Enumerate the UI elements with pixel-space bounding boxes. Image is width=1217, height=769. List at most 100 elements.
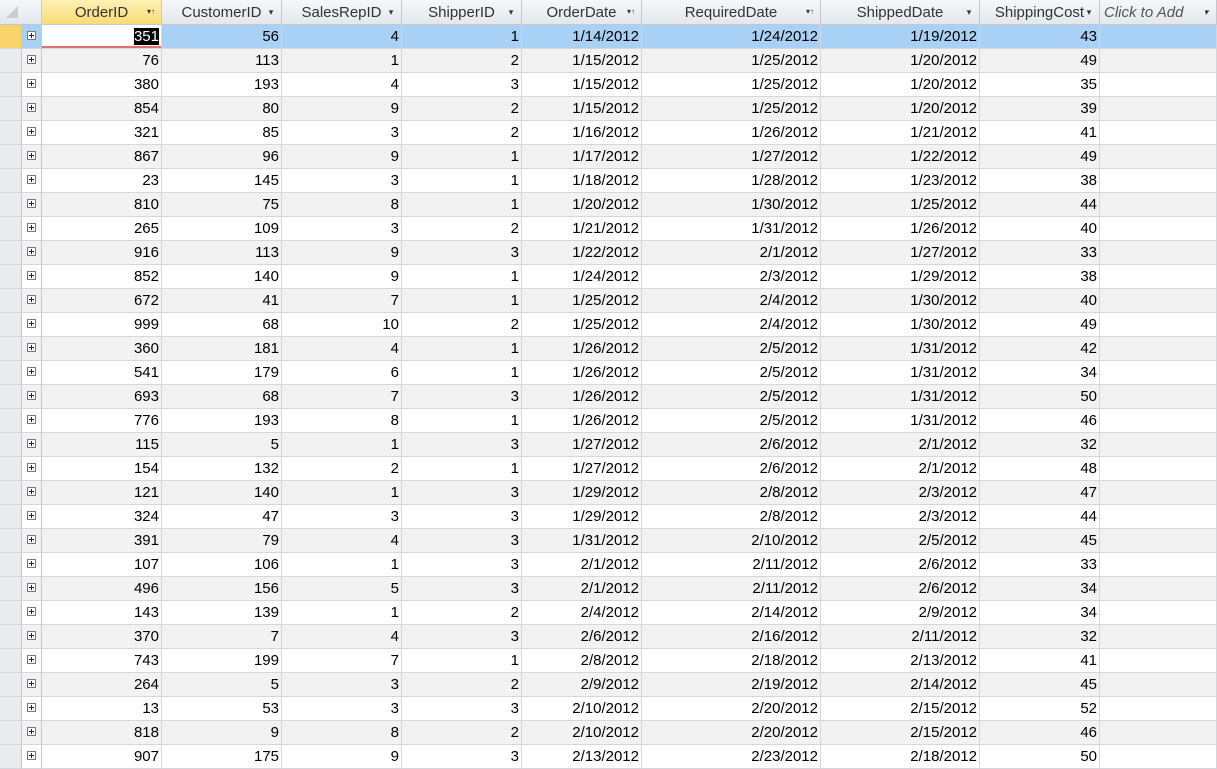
cell-salesrepid[interactable]: 4: [282, 73, 402, 97]
record-selector[interactable]: [0, 553, 22, 577]
cell-shippeddate[interactable]: 1/31/2012: [821, 337, 980, 361]
cell-shipperid[interactable]: 2: [402, 97, 522, 121]
select-all-corner[interactable]: [0, 0, 42, 24]
expand-plus-icon[interactable]: [27, 727, 36, 736]
column-header-click-to-add[interactable]: Click to Add ▾: [1100, 0, 1217, 24]
column-header-customerid[interactable]: CustomerID ▾: [162, 0, 282, 24]
cell-requireddate[interactable]: 1/25/2012: [642, 49, 821, 73]
cell-requireddate[interactable]: 2/11/2012: [642, 553, 821, 577]
cell-customerid[interactable]: 140: [162, 265, 282, 289]
cell-shippingcost[interactable]: 50: [980, 385, 1100, 409]
cell-orderdate[interactable]: 1/27/2012: [522, 433, 642, 457]
cell-orderid[interactable]: 907: [42, 745, 162, 769]
cell-orderid[interactable]: 916: [42, 241, 162, 265]
record-selector[interactable]: [0, 337, 22, 361]
cell-click-to-add[interactable]: [1100, 121, 1217, 145]
expand-plus-icon[interactable]: [27, 295, 36, 304]
cell-shipperid[interactable]: 1: [402, 145, 522, 169]
cell-shippingcost[interactable]: 34: [980, 577, 1100, 601]
record-selector[interactable]: [0, 169, 22, 193]
cell-requireddate[interactable]: 2/8/2012: [642, 481, 821, 505]
cell-click-to-add[interactable]: [1100, 313, 1217, 337]
expand-plus-icon[interactable]: [27, 415, 36, 424]
cell-orderdate[interactable]: 1/22/2012: [522, 241, 642, 265]
cell-click-to-add[interactable]: [1100, 265, 1217, 289]
record-selector[interactable]: [0, 289, 22, 313]
cell-customerid[interactable]: 181: [162, 337, 282, 361]
expand-plus-icon[interactable]: [27, 223, 36, 232]
cell-orderdate[interactable]: 1/15/2012: [522, 73, 642, 97]
cell-salesrepid[interactable]: 3: [282, 505, 402, 529]
cell-customerid[interactable]: 80: [162, 97, 282, 121]
cell-customerid[interactable]: 41: [162, 289, 282, 313]
cell-customerid[interactable]: 179: [162, 361, 282, 385]
cell-orderdate[interactable]: 1/26/2012: [522, 409, 642, 433]
cell-requireddate[interactable]: 1/25/2012: [642, 97, 821, 121]
cell-requireddate[interactable]: 2/20/2012: [642, 721, 821, 745]
cell-shippingcost[interactable]: 33: [980, 241, 1100, 265]
cell-shipperid[interactable]: 3: [402, 625, 522, 649]
column-header-shippeddate[interactable]: ShippedDate ▾: [821, 0, 980, 24]
cell-orderid[interactable]: 321: [42, 121, 162, 145]
record-selector[interactable]: [0, 265, 22, 289]
cell-shipperid[interactable]: 2: [402, 721, 522, 745]
record-selector[interactable]: [0, 361, 22, 385]
cell-shippeddate[interactable]: 1/30/2012: [821, 289, 980, 313]
cell-shippeddate[interactable]: 1/27/2012: [821, 241, 980, 265]
cell-requireddate[interactable]: 2/3/2012: [642, 265, 821, 289]
cell-shippingcost[interactable]: 47: [980, 481, 1100, 505]
cell-shippingcost[interactable]: 49: [980, 313, 1100, 337]
cell-salesrepid[interactable]: 8: [282, 409, 402, 433]
cell-click-to-add[interactable]: [1100, 145, 1217, 169]
cell-orderdate[interactable]: 1/26/2012: [522, 385, 642, 409]
cell-shippeddate[interactable]: 2/18/2012: [821, 745, 980, 769]
cell-click-to-add[interactable]: [1100, 217, 1217, 241]
cell-requireddate[interactable]: 2/20/2012: [642, 697, 821, 721]
cell-shipperid[interactable]: 3: [402, 241, 522, 265]
cell-orderid[interactable]: 380: [42, 73, 162, 97]
record-selector[interactable]: [0, 697, 22, 721]
cell-requireddate[interactable]: 2/23/2012: [642, 745, 821, 769]
cell-shippeddate[interactable]: 1/31/2012: [821, 385, 980, 409]
cell-shippingcost[interactable]: 46: [980, 721, 1100, 745]
cell-orderid[interactable]: 360: [42, 337, 162, 361]
cell-shippingcost[interactable]: 40: [980, 289, 1100, 313]
cell-orderdate[interactable]: 1/15/2012: [522, 49, 642, 73]
cell-shippingcost[interactable]: 34: [980, 361, 1100, 385]
expand-plus-icon[interactable]: [27, 535, 36, 544]
expand-plus-icon[interactable]: [27, 319, 36, 328]
cell-shippingcost[interactable]: 32: [980, 625, 1100, 649]
cell-orderid[interactable]: 264: [42, 673, 162, 697]
cell-requireddate[interactable]: 2/14/2012: [642, 601, 821, 625]
cell-salesrepid[interactable]: 7: [282, 289, 402, 313]
cell-shippeddate[interactable]: 2/11/2012: [821, 625, 980, 649]
cell-customerid[interactable]: 193: [162, 409, 282, 433]
cell-salesrepid[interactable]: 8: [282, 193, 402, 217]
cell-customerid[interactable]: 193: [162, 73, 282, 97]
cell-shipperid[interactable]: 3: [402, 697, 522, 721]
cell-shippeddate[interactable]: 1/19/2012: [821, 25, 980, 49]
record-selector[interactable]: [0, 25, 22, 49]
cell-customerid[interactable]: 113: [162, 241, 282, 265]
cell-shippingcost[interactable]: 41: [980, 121, 1100, 145]
cell-orderdate[interactable]: 1/25/2012: [522, 289, 642, 313]
cell-shippeddate[interactable]: 1/26/2012: [821, 217, 980, 241]
record-selector[interactable]: [0, 433, 22, 457]
cell-shipperid[interactable]: 2: [402, 673, 522, 697]
record-selector[interactable]: [0, 49, 22, 73]
expand-plus-icon[interactable]: [27, 175, 36, 184]
cell-requireddate[interactable]: 1/26/2012: [642, 121, 821, 145]
record-selector[interactable]: [0, 529, 22, 553]
cell-shipperid[interactable]: 1: [402, 169, 522, 193]
expand-plus-icon[interactable]: [27, 487, 36, 496]
cell-orderdate[interactable]: 1/25/2012: [522, 313, 642, 337]
cell-shipperid[interactable]: 3: [402, 385, 522, 409]
cell-click-to-add[interactable]: [1100, 481, 1217, 505]
cell-requireddate[interactable]: 2/5/2012: [642, 361, 821, 385]
cell-orderid[interactable]: 867: [42, 145, 162, 169]
cell-shipperid[interactable]: 1: [402, 289, 522, 313]
cell-salesrepid[interactable]: 4: [282, 337, 402, 361]
dropdown-arrow-icon[interactable]: ▾: [964, 7, 974, 17]
expand-plus-icon[interactable]: [27, 463, 36, 472]
cell-click-to-add[interactable]: [1100, 49, 1217, 73]
